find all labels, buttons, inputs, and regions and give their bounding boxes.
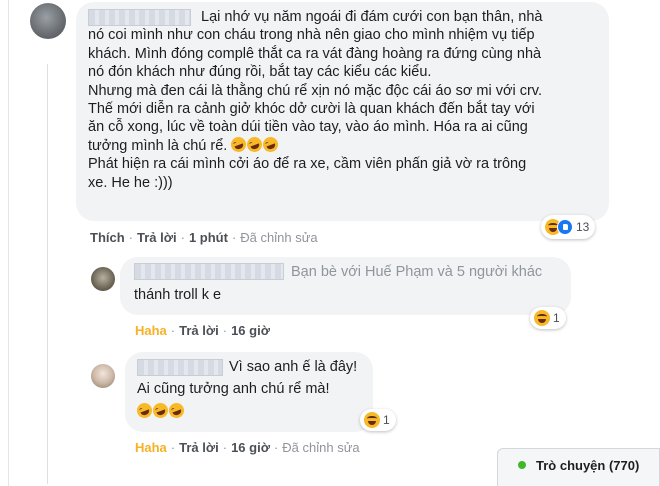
comment-line-6: Thế mới diễn ra cảnh giở khóc dở cười là… (88, 101, 535, 118)
comment-line-9: Phát hiện ra cái mình cởi áo để ra xe, c… (88, 156, 527, 173)
reply-1-actions: Haha · Trả lời · 16 giờ (135, 322, 270, 338)
reply-link[interactable]: Trả lời (179, 323, 219, 338)
commenter-name-blurred[interactable] (88, 8, 191, 26)
comment-line-7: ăn cỗ xong, lúc về toàn dúi tiền vào tay… (88, 119, 528, 136)
rofl-emoji-icon (134, 400, 155, 420)
reply-2-actions: Haha · Trả lời · 16 giờ · Đã chỉnh sửa (135, 439, 360, 455)
rofl-emoji-icon (245, 134, 265, 154)
reply-2-reaction-summary[interactable]: 1 (360, 409, 396, 431)
comment-line-8: tưởng mình là chú rể. (88, 134, 597, 155)
rofl-emoji-icon (229, 134, 249, 154)
main-comment-text: Lại nhớ vụ năm ngoái đi đám cưới con bạn… (88, 8, 597, 192)
chat-label: Trò chuyện (770) (536, 458, 640, 473)
rofl-emoji-icon (261, 134, 281, 154)
like-link[interactable]: Thích (90, 230, 125, 245)
timestamp-link[interactable]: 16 giờ (231, 323, 270, 338)
reply-1-bubble: Bạn bè với Huế Phạm và 5 người khác thán… (120, 257, 571, 315)
separator-dot: · (222, 323, 228, 339)
reply-1-reaction-summary[interactable]: 1 (530, 307, 566, 329)
reply-1-header: Bạn bè với Huế Phạm và 5 người khác (134, 263, 557, 281)
left-edge-divider (8, 0, 9, 486)
reply-2-name-blurred[interactable] (137, 358, 223, 376)
chat-sidebar-button[interactable]: Trò chuyện (770) (497, 448, 660, 486)
reply-2-avatar[interactable] (91, 364, 115, 388)
reply-2-text: Vì sao anh ế là đây! Ai cũng tưởng anh c… (134, 358, 361, 421)
reply-link[interactable]: Trả lời (137, 230, 177, 245)
timestamp-link[interactable]: 16 giờ (231, 440, 270, 455)
comment-line-2: nó coi mình như con cháu trong nhà nên g… (88, 27, 535, 44)
rofl-emoji-icon (150, 400, 171, 420)
commenter-avatar[interactable] (30, 3, 66, 39)
haha-link[interactable]: Haha (135, 440, 167, 455)
separator-dot: · (180, 230, 185, 246)
comment-line-10: xe. He he :))) (88, 174, 173, 191)
thread-connector-line (47, 64, 48, 484)
reply-2-line-1: Vì sao anh ế là đây! (137, 358, 361, 376)
edited-label[interactable]: Đã chỉnh sửa (282, 440, 359, 455)
reply-1-avatar[interactable] (91, 267, 115, 291)
timestamp-link[interactable]: 1 phút (189, 230, 228, 245)
reaction-count: 13 (576, 220, 590, 234)
rofl-emoji-icon (166, 400, 187, 420)
reply-2-bubble: Vì sao anh ế là đây! Ai cũng tưởng anh c… (125, 352, 373, 432)
main-comment-bubble: Lại nhớ vụ năm ngoái đi đám cưới con bạn… (76, 2, 609, 221)
reply-2-emojis (134, 400, 361, 421)
reply-link[interactable]: Trả lời (179, 440, 219, 455)
separator-dot: · (273, 440, 279, 456)
comment-line-5: Nhưng mà đen cái là thằng chú rể xịn nó … (88, 82, 542, 99)
like-reaction-icon (557, 219, 573, 235)
separator-dot: · (231, 230, 237, 246)
reply-2-line-2: Ai cũng tưởng anh chú rể mà! (137, 381, 330, 398)
separator-dot: · (170, 323, 176, 339)
reaction-count: 1 (553, 311, 560, 325)
main-comment-actions: Thích · Trả lời · 1 phút · Đã chỉnh sửa (90, 229, 318, 245)
haha-link[interactable]: Haha (135, 323, 167, 338)
separator-dot: · (128, 230, 134, 246)
edited-label[interactable]: Đã chỉnh sửa (240, 230, 317, 245)
reply-1-friend-tag[interactable]: Bạn bè với Huế Phạm và 5 người khác (291, 264, 542, 280)
separator-dot: · (222, 440, 228, 456)
comment-line-1: Lại nhớ vụ năm ngoái đi đám cưới con bạn… (88, 8, 597, 26)
comment-line-3: khách. Mình đóng complê thắt ca ra vát đ… (88, 45, 542, 62)
reply-1-text: thánh troll k e (134, 287, 222, 303)
reply-1-name-blurred[interactable] (134, 263, 284, 281)
haha-reaction-icon (364, 412, 380, 428)
haha-reaction-icon (534, 310, 550, 326)
comment-line-4: nó đón khách như đúng rồi, bắt tay các k… (88, 64, 432, 81)
separator-dot: · (170, 440, 176, 456)
reaction-count: 1 (383, 413, 390, 427)
main-reaction-summary[interactable]: 13 (541, 215, 596, 239)
online-status-icon (518, 461, 526, 469)
